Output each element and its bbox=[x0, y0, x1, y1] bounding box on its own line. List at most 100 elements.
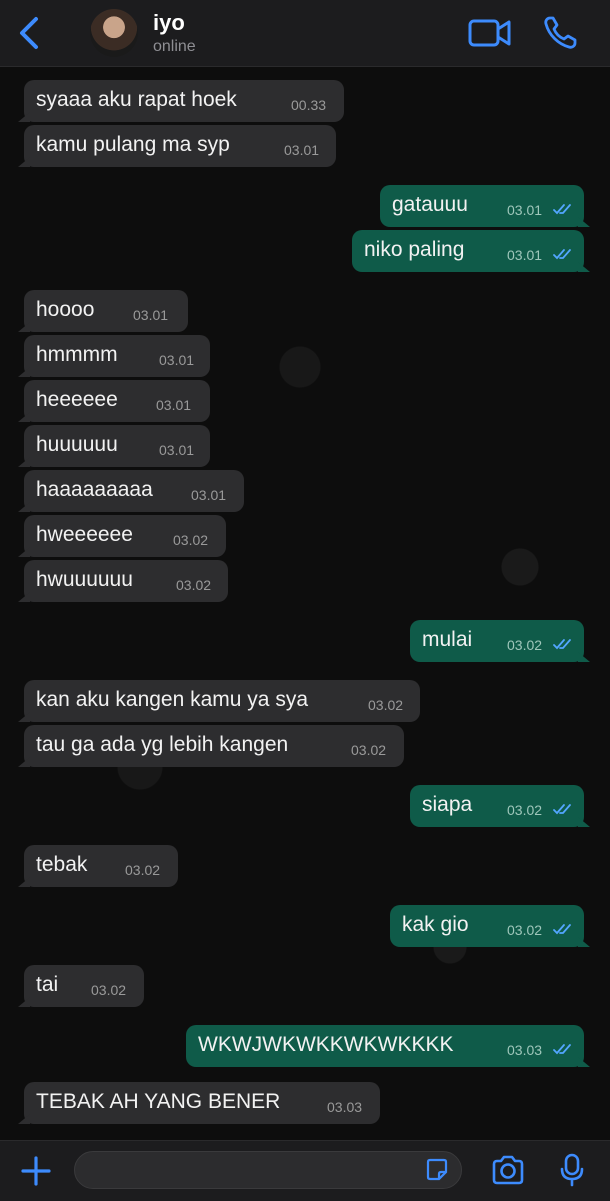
message-time: 03.02 bbox=[176, 577, 212, 593]
bubble-tail bbox=[18, 367, 30, 377]
bubble-tail bbox=[18, 157, 30, 167]
message-time: 03.01 bbox=[159, 352, 195, 368]
message-text: kak gio bbox=[402, 913, 469, 936]
message-time: 03.02 bbox=[507, 922, 543, 938]
bubble-tail bbox=[578, 1057, 590, 1067]
message-text: TEBAK AH YANG BENER bbox=[36, 1090, 281, 1113]
message-text: haaaaaaaaa bbox=[36, 478, 153, 501]
outgoing-message-bubble[interactable]: kak gio 03.02 bbox=[390, 905, 590, 947]
incoming-message-bubble[interactable]: kan aku kangen kamu ya sya 03.02 bbox=[18, 680, 420, 722]
outgoing-message-bubble[interactable]: niko paling 03.01 bbox=[352, 230, 590, 272]
bubble-tail bbox=[18, 112, 30, 122]
outgoing-message-bubble[interactable]: mulai 03.02 bbox=[410, 620, 590, 662]
message-time: 03.02 bbox=[125, 862, 161, 878]
message-time: 03.02 bbox=[91, 982, 127, 998]
message-text: niko paling bbox=[364, 238, 465, 261]
outgoing-message-bubble[interactable]: gatauuu 03.01 bbox=[380, 185, 590, 227]
bubble-tail bbox=[18, 712, 30, 722]
bubble-tail bbox=[18, 757, 30, 767]
incoming-message-bubble[interactable]: haaaaaaaaa 03.01 bbox=[18, 470, 244, 512]
incoming-message-bubble[interactable]: tebak 03.02 bbox=[18, 845, 178, 887]
incoming-message-bubble[interactable]: kamu pulang ma syp 03.01 bbox=[18, 125, 336, 167]
bubble-tail bbox=[578, 262, 590, 272]
incoming-message-bubble[interactable]: TEBAK AH YANG BENER 03.03 bbox=[18, 1082, 380, 1124]
incoming-message-bubble[interactable]: tai 03.02 bbox=[18, 965, 144, 1007]
message-text: siapa bbox=[422, 793, 473, 816]
message-text: heeeeee bbox=[36, 388, 118, 411]
incoming-message-bubble[interactable]: hweeeeee 03.02 bbox=[18, 515, 226, 557]
message-text: tebak bbox=[36, 853, 88, 876]
bubble-tail bbox=[18, 997, 30, 1007]
bubble-tail bbox=[578, 217, 590, 227]
message-time: 03.02 bbox=[507, 802, 543, 818]
bubble-tail bbox=[578, 937, 590, 947]
message-text: kamu pulang ma syp bbox=[36, 133, 230, 156]
message-time: 03.02 bbox=[368, 697, 404, 713]
incoming-message-bubble[interactable]: huuuuuu 03.01 bbox=[18, 425, 210, 467]
avatar[interactable] bbox=[90, 9, 138, 57]
message-text: WKWJWKWKKWKWKKKK bbox=[198, 1033, 454, 1056]
back-chevron-icon[interactable] bbox=[14, 16, 44, 50]
message-text: hwuuuuuu bbox=[36, 568, 133, 591]
message-text: tau ga ada yg lebih kangen bbox=[36, 733, 289, 756]
message-text: mulai bbox=[422, 628, 473, 651]
message-time: 03.02 bbox=[173, 532, 209, 548]
message-time: 03.01 bbox=[507, 247, 543, 263]
message-time: 00.33 bbox=[291, 97, 327, 113]
incoming-message-bubble[interactable]: tau ga ada yg lebih kangen 03.02 bbox=[18, 725, 404, 767]
message-text: hmmmm bbox=[36, 343, 118, 366]
chat-area[interactable]: syaaa aku rapat hoek 00.33 kamu pulang ma … bbox=[0, 67, 610, 1140]
outgoing-message-bubble[interactable]: WKWJWKWKKWKWKKKK 03.03 bbox=[186, 1025, 590, 1067]
message-time: 03.02 bbox=[507, 637, 543, 653]
read-receipt-icon bbox=[553, 204, 571, 215]
message-time: 03.03 bbox=[327, 1099, 363, 1115]
message-input[interactable] bbox=[74, 1151, 462, 1189]
bubble-tail bbox=[18, 547, 30, 557]
read-receipt-icon bbox=[553, 249, 571, 260]
bubble-tail bbox=[18, 457, 30, 467]
chat-header: iyo online bbox=[0, 0, 610, 67]
incoming-message-bubble[interactable]: hmmmm 03.01 bbox=[18, 335, 210, 377]
camera-icon[interactable] bbox=[491, 1155, 525, 1185]
message-time: 03.01 bbox=[507, 202, 543, 218]
message-time: 03.01 bbox=[284, 142, 320, 158]
incoming-message-bubble[interactable]: syaaa aku rapat hoek 00.33 bbox=[18, 80, 344, 122]
bubble-tail bbox=[18, 592, 30, 602]
message-text: huuuuuu bbox=[36, 433, 118, 456]
bubble-tail bbox=[18, 502, 30, 512]
bubble-tail bbox=[18, 412, 30, 422]
message-text: tai bbox=[36, 973, 59, 996]
message-time: 03.02 bbox=[351, 742, 387, 758]
bubble-tail bbox=[578, 817, 590, 827]
message-text: hoooo bbox=[36, 298, 95, 321]
read-receipt-icon bbox=[553, 804, 571, 815]
read-receipt-icon bbox=[553, 924, 571, 935]
plus-icon[interactable] bbox=[20, 1155, 52, 1187]
bubble-tail bbox=[578, 652, 590, 662]
contact-status: online bbox=[153, 38, 196, 55]
message-time: 03.03 bbox=[507, 1042, 543, 1058]
contact-name[interactable]: iyo bbox=[153, 10, 185, 36]
incoming-message-bubble[interactable]: heeeeee 03.01 bbox=[18, 380, 210, 422]
outgoing-message-bubble[interactable]: siapa 03.02 bbox=[410, 785, 590, 827]
read-receipt-icon bbox=[553, 639, 571, 650]
read-receipt-icon bbox=[553, 1044, 571, 1055]
message-time: 03.01 bbox=[156, 397, 192, 413]
message-time: 03.01 bbox=[191, 487, 227, 503]
phone-call-icon[interactable] bbox=[542, 15, 578, 51]
message-text: syaaa aku rapat hoek bbox=[36, 88, 237, 111]
message-text: gatauuu bbox=[392, 193, 468, 216]
message-text: hweeeeee bbox=[36, 523, 133, 546]
bubble-tail bbox=[18, 877, 30, 887]
microphone-icon[interactable] bbox=[560, 1153, 584, 1187]
bubble-tail bbox=[18, 1114, 30, 1124]
sticker-icon[interactable] bbox=[425, 1158, 449, 1182]
composer-bar bbox=[0, 1140, 610, 1201]
incoming-message-bubble[interactable]: hoooo 03.01 bbox=[18, 290, 188, 332]
incoming-message-bubble[interactable]: hwuuuuuu 03.02 bbox=[18, 560, 228, 602]
message-time: 03.01 bbox=[159, 442, 195, 458]
message-text: kan aku kangen kamu ya sya bbox=[36, 688, 308, 711]
bubble-tail bbox=[18, 322, 30, 332]
message-time: 03.01 bbox=[133, 307, 169, 323]
video-call-icon[interactable] bbox=[468, 16, 512, 50]
